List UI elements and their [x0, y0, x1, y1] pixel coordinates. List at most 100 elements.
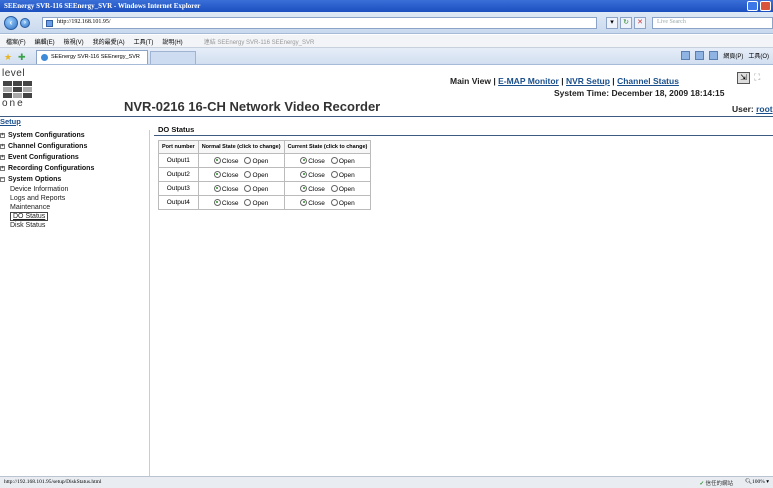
home-icon[interactable]	[681, 51, 691, 60]
main-content: DO Status Port number Normal State (clic…	[154, 124, 773, 210]
radio-icon	[213, 198, 221, 206]
links-bar[interactable]: 連結 SEEnergy SVR-116 SEEnergy_SVR	[204, 37, 315, 46]
sidebar-group-system-configurations[interactable]: + System Configurations	[0, 130, 149, 141]
table-body: Output1 Close Open Close Open Output2 Close Ope…	[158, 153, 372, 210]
normal-state-close-radio[interactable]: Close	[213, 198, 238, 207]
port-cell: Output3	[158, 181, 199, 196]
table-row: Output1 Close Open Close Open	[158, 153, 372, 168]
normal-state-open-radio[interactable]: Open	[244, 184, 268, 193]
stop-icon[interactable]: ✕	[634, 17, 646, 29]
user-label: User:	[732, 104, 754, 114]
new-tab-button[interactable]	[150, 51, 196, 64]
radio-icon	[213, 170, 221, 178]
normal-state-close-radio[interactable]: Close	[213, 184, 238, 193]
menu-file[interactable]: 檔案(F)	[6, 37, 26, 46]
page-icon	[46, 20, 53, 27]
current-state-open-radio[interactable]: Open	[330, 170, 355, 179]
radio-icon	[330, 156, 338, 164]
normal-state-open-radio[interactable]: Open	[244, 156, 268, 165]
normal-state-cell: Close Open	[197, 153, 285, 168]
feeds-icon[interactable]	[695, 51, 705, 60]
current-state-open-radio[interactable]: Open	[330, 198, 355, 207]
status-url: http://192.168.101.95/setup/DiskStatus.h…	[4, 479, 102, 485]
sidebar-item-do-status[interactable]: DO Status	[0, 212, 149, 221]
minimize-button[interactable]	[747, 1, 758, 11]
normal-state-cell: Close Open	[197, 181, 285, 196]
sidebar-group-system-options[interactable]: − System Options	[0, 174, 149, 185]
tab-active[interactable]: SEEnergy SVR-116 SEEnergy_SVR	[36, 50, 148, 64]
sidebar-item-maintenance[interactable]: Maintenance	[0, 203, 149, 212]
window-controls	[747, 1, 771, 11]
current-state-open-radio[interactable]: Open	[330, 156, 355, 165]
menu-edit[interactable]: 編輯(E)	[35, 37, 55, 46]
do-status-table: Port number Normal State (click to chang…	[158, 140, 372, 210]
print-icon[interactable]	[709, 51, 719, 60]
current-state-close-radio[interactable]: Close	[300, 156, 325, 165]
forward-button[interactable]: ›	[20, 18, 30, 28]
sidebar-group-recording-configurations[interactable]: + Recording Configurations	[0, 163, 149, 174]
current-state-close-radio[interactable]: Close	[300, 170, 325, 179]
radio-label: Close	[221, 157, 239, 165]
setup-link[interactable]: Setup	[0, 117, 21, 126]
sidebar-item-logs-and-reports[interactable]: Logs and Reports	[0, 194, 149, 203]
radio-icon	[300, 156, 308, 164]
current-state-open-radio[interactable]: Open	[330, 184, 355, 193]
current-state-close-radio[interactable]: Close	[300, 184, 325, 193]
normal-state-cell: Close Open	[197, 195, 285, 210]
radio-label: Open	[338, 171, 355, 179]
radio-label: Close	[308, 157, 325, 165]
sidebar-group-channel-configurations[interactable]: + Channel Configurations	[0, 141, 149, 152]
zoom-level[interactable]: 🔍︎100% ▾	[745, 479, 769, 487]
user-info: User: root	[732, 104, 773, 114]
ie-icon	[41, 54, 48, 61]
menu-favorites[interactable]: 我的最愛(A)	[93, 37, 125, 46]
security-zone-label: 信任的網站	[705, 481, 734, 487]
favorites-star-icon[interactable]: ★	[4, 52, 12, 63]
nav-nvr-setup[interactable]: NVR Setup	[566, 76, 610, 86]
page-menu[interactable]: 網頁(P)	[723, 51, 743, 60]
normal-state-open-radio[interactable]: Open	[244, 198, 268, 207]
sidebar-group-event-configurations[interactable]: + Event Configurations	[0, 152, 149, 163]
nav-channel-status[interactable]: Channel Status	[617, 76, 679, 86]
radio-label: Open	[252, 171, 269, 179]
menu-tools[interactable]: 工具(T)	[134, 37, 154, 46]
current-state-close-radio[interactable]: Close	[300, 198, 325, 207]
sidebar-group-label: Recording Configurations	[8, 165, 95, 172]
command-bar: 網頁(P) 工具(O)	[681, 51, 769, 60]
back-button[interactable]: ‹	[4, 16, 18, 30]
search-placeholder: Live Search	[657, 19, 686, 25]
sidebar-group-label: Event Configurations	[8, 154, 79, 161]
radio-label: Open	[338, 199, 355, 207]
status-right: ✓ 信任的網站 🔍︎100% ▾	[700, 479, 769, 487]
url-text: http://192.168.101.95/	[57, 19, 111, 25]
web-page: level one Main View | E-MAP Monitor | NV…	[0, 66, 773, 476]
menu-help[interactable]: 說明(H)	[162, 37, 182, 46]
add-favorite-icon[interactable]: ✚	[18, 52, 26, 63]
sidebar-item-device-information[interactable]: Device Information	[0, 185, 149, 194]
column-header-current-state: Current State (click to change)	[283, 140, 372, 154]
radio-icon	[244, 198, 252, 206]
address-bar: ‹ › http://192.168.101.95/ ▾ ↻ ✕ Live Se…	[0, 12, 773, 34]
radio-icon	[244, 170, 252, 178]
refresh-icon[interactable]: ↻	[620, 17, 632, 29]
nav-emap-monitor[interactable]: E-MAP Monitor	[498, 76, 559, 86]
normal-state-close-radio[interactable]: Close	[213, 156, 239, 165]
security-zone[interactable]: ✓ 信任的網站	[700, 479, 734, 487]
close-button[interactable]	[760, 1, 771, 11]
dropdown-icon[interactable]: ▾	[606, 17, 618, 29]
current-state-cell: Close Open	[283, 195, 372, 210]
menu-bar: 檔案(F) 編輯(E) 檢視(V) 我的最愛(A) 工具(T) 說明(H) 連結…	[0, 35, 773, 48]
menu-view[interactable]: 檢視(V)	[64, 37, 84, 46]
user-link[interactable]: root	[756, 104, 773, 114]
normal-state-close-radio[interactable]: Close	[213, 170, 238, 179]
url-input[interactable]: http://192.168.101.95/	[42, 17, 597, 29]
sidebar-item-disk-status[interactable]: Disk Status	[0, 221, 149, 230]
fullscreen-icon[interactable]: ⛶	[754, 72, 767, 84]
tools-menu[interactable]: 工具(O)	[748, 51, 769, 60]
normal-state-open-radio[interactable]: Open	[244, 170, 269, 179]
table-row: Output3 Close Open Close Open	[158, 181, 372, 196]
search-input[interactable]: Live Search	[652, 17, 773, 29]
radio-label: Open	[338, 185, 355, 193]
logout-icon[interactable]: ⇲	[737, 72, 750, 84]
radio-icon	[213, 156, 221, 164]
